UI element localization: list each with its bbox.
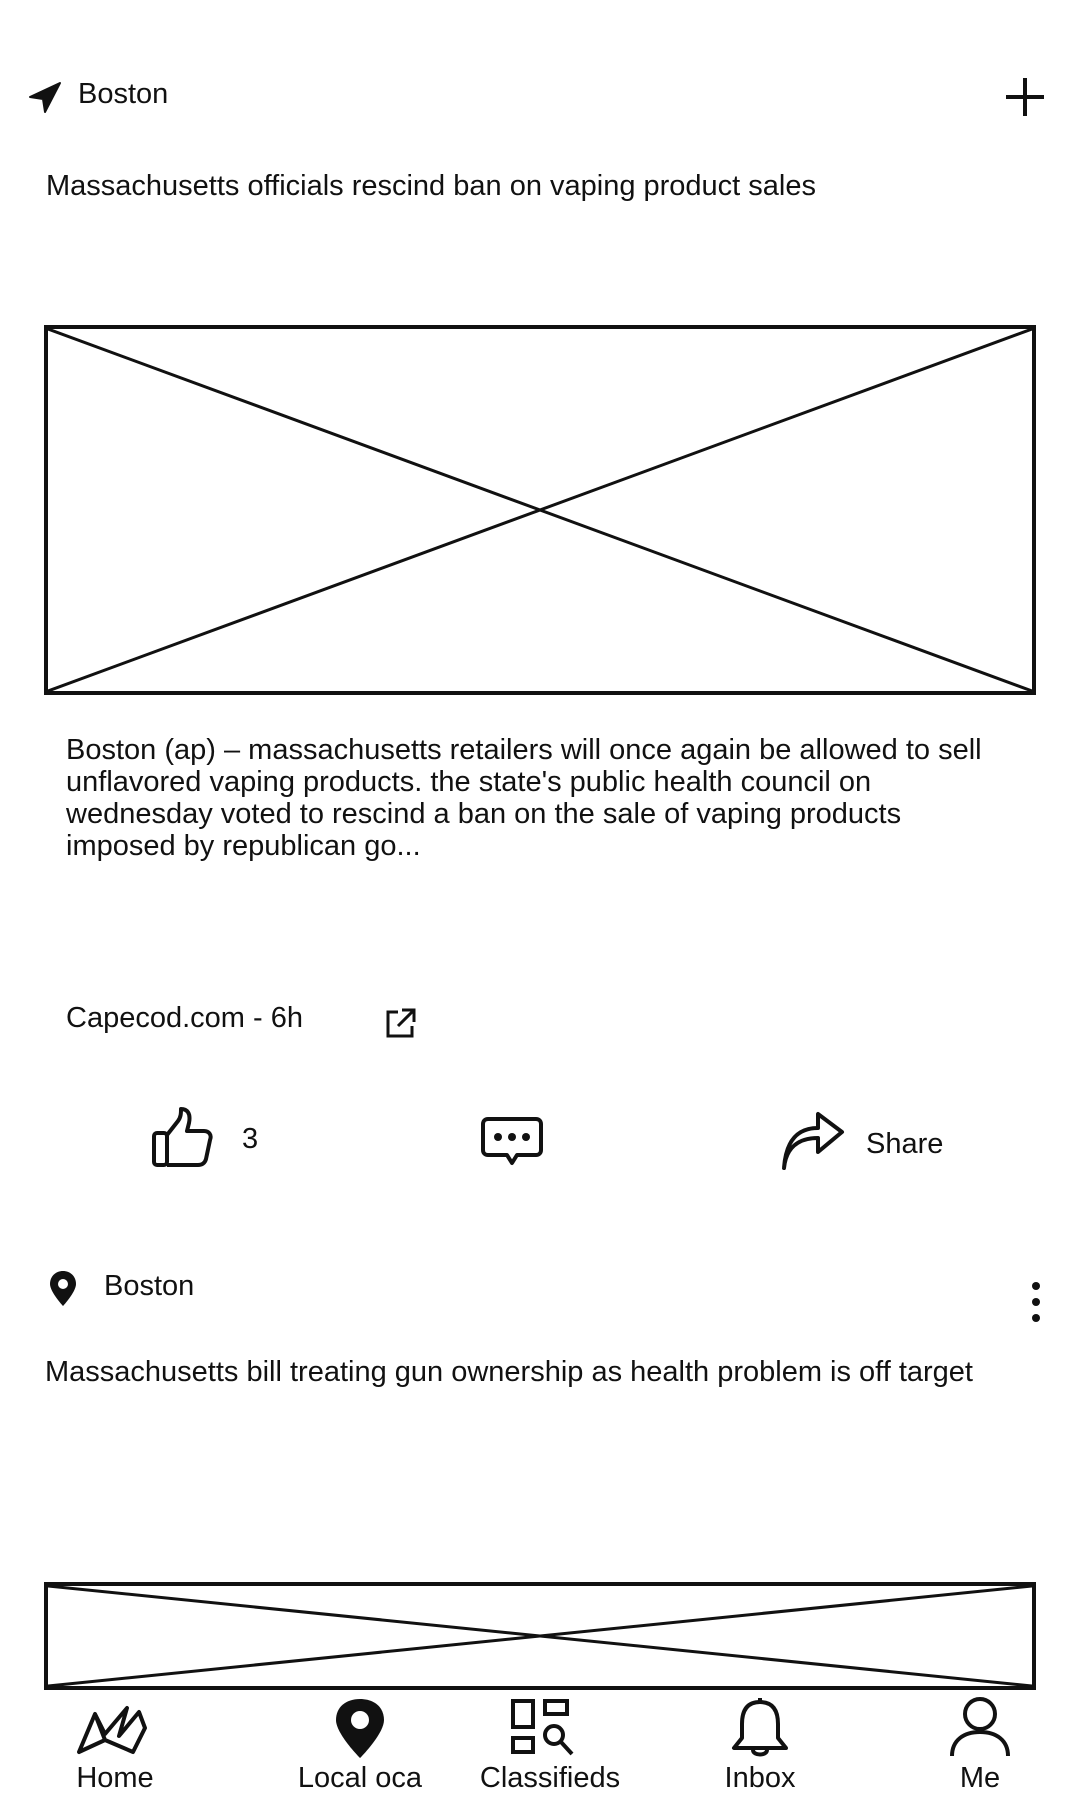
external-link-icon[interactable] [384,1006,418,1040]
post-title[interactable]: Massachusetts bill treating gun ownershi… [45,1356,985,1388]
map-pin-icon [48,1270,78,1308]
comment-icon[interactable] [480,1116,544,1168]
share-arrow-icon [780,1110,846,1172]
header: Boston [0,0,1080,140]
nav-label: Me [959,1762,1001,1794]
nav-label: Home [76,1762,154,1794]
share-button[interactable]: Share [780,1110,980,1180]
nav-item-inbox[interactable]: Inbox [700,1690,820,1800]
image-placeholder-icon[interactable] [44,1582,1036,1690]
post-title[interactable]: Massachusetts officials rescind ban on v… [46,170,1036,202]
bottom-nav: Home Local oca Classifieds Inbox Me [0,1690,1080,1800]
thumbs-up-icon [150,1105,214,1169]
more-vertical-icon[interactable] [1028,1280,1044,1324]
nav-label: Classifieds [479,1762,621,1794]
location-label: Boston [104,1270,195,1302]
map-pin-icon [334,1698,386,1760]
classifieds-icon [510,1698,576,1758]
like-button[interactable]: 3 [150,1105,280,1175]
nav-label: Local oca [297,1762,423,1794]
news-card[interactable]: Massachusetts officials rescind ban on v… [0,140,1080,1180]
user-icon [948,1696,1012,1758]
plus-icon[interactable] [1004,76,1046,118]
nav-item-me[interactable]: Me [920,1690,1040,1800]
image-placeholder-icon[interactable] [44,325,1036,695]
post-source: Capecod.com - 6h [66,1002,303,1034]
location-selector[interactable]: Boston [28,78,228,118]
home-icon [75,1700,155,1756]
news-card[interactable]: Boston Massachusetts bill treating gun o… [0,1240,1080,1690]
nav-label: Inbox [724,1762,796,1794]
location-label: Boston [78,78,169,110]
nav-item-local[interactable]: Local oca [280,1690,440,1800]
post-summary[interactable]: Boston (ap) – massachusetts retailers wi… [66,734,996,862]
share-label: Share [866,1128,944,1160]
bell-icon [728,1698,792,1760]
nav-item-home[interactable]: Home [55,1690,175,1800]
nav-item-classifieds[interactable]: Classifieds [465,1690,635,1800]
like-count: 3 [242,1123,259,1155]
navigation-arrow-icon [28,80,62,114]
